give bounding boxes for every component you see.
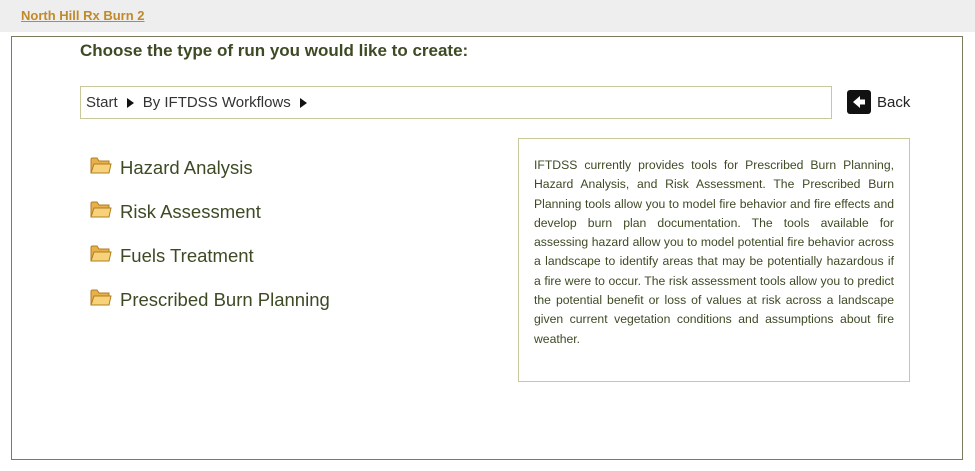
triangle-right-icon — [299, 97, 307, 108]
folder-icon — [90, 157, 112, 174]
folder-label: Risk Assessment — [120, 201, 261, 222]
triangle-right-icon — [126, 97, 134, 108]
folder-item-fuels-treatment[interactable]: Fuels Treatment — [90, 234, 330, 278]
breadcrumb-start[interactable]: Start — [86, 94, 118, 111]
back-button-label: Back — [877, 93, 911, 111]
folder-list: Hazard Analysis Risk Assessment Fuels Tr… — [90, 146, 330, 322]
breadcrumb-iftdss-workflows[interactable]: By IFTDSS Workflows — [143, 94, 291, 111]
project-name-link[interactable]: North Hill Rx Burn 2 — [21, 8, 145, 23]
folder-label: Hazard Analysis — [120, 157, 253, 178]
folder-icon — [90, 245, 112, 262]
folder-item-risk-assessment[interactable]: Risk Assessment — [90, 190, 330, 234]
top-bar: North Hill Rx Burn 2 — [0, 0, 975, 32]
page-heading: Choose the type of run you would like to… — [80, 41, 469, 60]
folder-label: Prescribed Burn Planning — [120, 289, 330, 310]
info-description-box: IFTDSS currently provides tools for Pres… — [518, 138, 910, 382]
folder-item-prescribed-burn-planning[interactable]: Prescribed Burn Planning — [90, 278, 330, 322]
folder-icon — [90, 289, 112, 306]
folder-icon — [90, 201, 112, 218]
folder-label: Fuels Treatment — [120, 245, 254, 266]
back-arrow-icon — [847, 90, 871, 114]
breadcrumb: Start By IFTDSS Workflows — [80, 86, 832, 119]
back-button[interactable]: Back — [847, 89, 910, 115]
folder-item-hazard-analysis[interactable]: Hazard Analysis — [90, 146, 330, 190]
